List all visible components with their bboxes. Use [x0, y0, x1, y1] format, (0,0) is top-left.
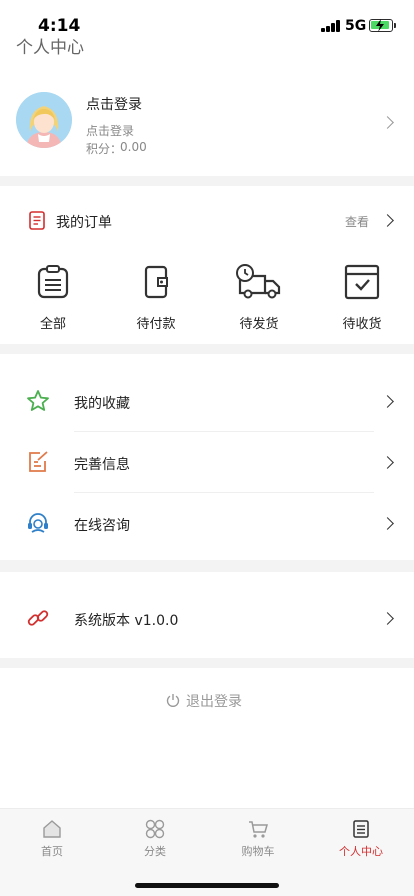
home-indicator[interactable] [135, 883, 279, 888]
signal-icon [321, 20, 341, 32]
login-link[interactable]: 点击登录 [86, 94, 142, 114]
points-label: 积分： [86, 142, 123, 156]
chevron-right-icon [381, 517, 394, 530]
order-status-pending-shipment[interactable]: 待发货 [224, 262, 294, 332]
order-status-pending-payment[interactable]: 待付款 [121, 262, 191, 332]
received-box-icon [344, 264, 380, 300]
logout-section: 退出登录 [0, 668, 414, 808]
power-icon [166, 694, 180, 707]
menu-item-system-version[interactable]: 系统版本 v1.0.0 [0, 588, 414, 648]
tab-home[interactable]: 首页 [7, 817, 97, 863]
order-status-all[interactable]: 全部 [18, 262, 88, 332]
grid-icon [145, 819, 165, 839]
chevron-right-icon [381, 395, 394, 408]
avatar[interactable] [16, 92, 72, 148]
star-icon [27, 390, 49, 411]
orders-card: 我的订单 查看 全部 待付款 待发货 待收货 [0, 186, 414, 344]
cart-icon [249, 821, 268, 838]
page-title: 个人中心 [16, 38, 84, 58]
chevron-right-icon [381, 456, 394, 469]
logout-label: 退出登录 [186, 694, 242, 710]
tab-cart[interactable]: 购物车 [213, 817, 303, 863]
delivery-truck-icon [236, 264, 281, 299]
logout-button[interactable]: 退出登录 [166, 690, 256, 710]
orders-title: 我的订单 [56, 215, 112, 231]
points-value: 0.00 [120, 140, 147, 154]
tab-label: 购物车 [241, 845, 275, 858]
order-status-pending-receipt[interactable]: 待收货 [327, 262, 397, 332]
menu-item-label: 在线咨询 [74, 518, 130, 534]
chevron-right-icon [381, 116, 394, 129]
order-status-label: 待收货 [342, 317, 382, 332]
menu-card: 我的收藏 完善信息 在线咨询 [0, 354, 414, 560]
headset-icon [28, 513, 48, 533]
order-list-icon [29, 211, 45, 230]
menu-item-label: 系统版本 v1.0.0 [74, 613, 179, 629]
edit-icon [29, 451, 48, 472]
tab-label: 分类 [144, 845, 166, 858]
battery-charging-icon [369, 19, 396, 32]
menu-item-label: 我的收藏 [74, 396, 130, 412]
tab-category[interactable]: 分类 [110, 817, 200, 863]
tab-label: 个人中心 [339, 845, 383, 858]
link-icon [27, 610, 49, 626]
order-status-label: 待发货 [239, 317, 279, 332]
orders-view-all-link[interactable]: 查看 [345, 213, 369, 230]
menu-item-label: 完善信息 [74, 457, 130, 473]
menu-item-online-consult[interactable]: 在线咨询 [0, 493, 414, 553]
tab-label: 首页 [41, 845, 63, 858]
home-icon [43, 820, 61, 838]
tab-profile[interactable]: 个人中心 [316, 817, 406, 863]
orders-header[interactable]: 我的订单 查看 [0, 186, 414, 246]
order-status-label: 全部 [39, 317, 66, 332]
login-subtitle: 点击登录 [86, 124, 135, 138]
profile-card[interactable]: 点击登录 点击登录 积分： 0.00 [0, 74, 414, 176]
menu-item-complete-info[interactable]: 完善信息 [0, 432, 414, 492]
wallet-icon [144, 265, 168, 299]
version-card: 系统版本 v1.0.0 [0, 572, 414, 658]
clipboard-icon [37, 265, 69, 299]
order-status-label: 待付款 [136, 317, 176, 332]
network-type: 5G [345, 18, 367, 34]
chevron-right-icon [381, 612, 394, 625]
menu-item-favorites[interactable]: 我的收藏 [0, 371, 414, 431]
profile-doc-icon [353, 820, 369, 838]
chevron-right-icon [381, 214, 394, 227]
